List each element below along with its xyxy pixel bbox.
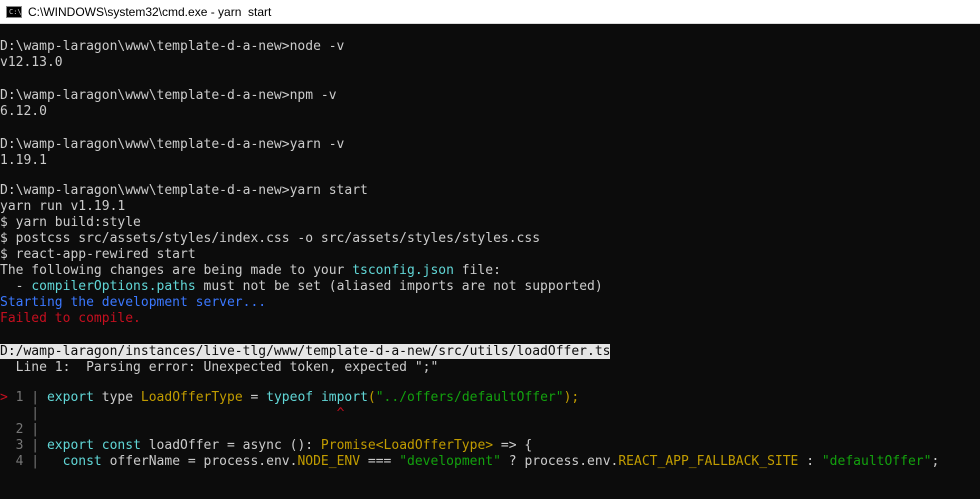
cmd-icon[interactable]: C:\	[6, 5, 22, 18]
code-frame-line-number: 3	[0, 438, 24, 453]
compiler-options-key: compilerOptions.paths	[31, 279, 196, 294]
code-frame-gutter: |	[23, 422, 40, 437]
console-line-rewired-start: $ react-app-rewired start	[0, 247, 196, 262]
console-line-yarn-start-command: D:\wamp-laragon\www\template-d-a-new>yar…	[0, 183, 368, 198]
code-keyword-export: export	[46, 390, 94, 405]
code-type-name: LoadOfferType	[140, 390, 243, 405]
code-paren-close: );	[563, 390, 580, 405]
console-line-yarn-command: D:\wamp-laragon\www\template-d-a-new>yar…	[0, 137, 345, 152]
console-line-yarn-run: yarn run v1.19.1	[0, 199, 126, 214]
console-line-error-file: D:/wamp-laragon/instances/live-tlg/www/t…	[0, 344, 611, 360]
code-frame-gutter: |	[23, 438, 47, 453]
console-line-npm-version: 6.12.0	[0, 104, 47, 119]
console-line-yarn-version: 1.19.1	[0, 153, 47, 168]
code-frame-gutter: |	[23, 390, 47, 405]
console-line-error-message: Line 1: Parsing error: Unexpected token,…	[0, 360, 439, 375]
code-strict-equals: ===	[360, 454, 400, 469]
title-bar: C:\ C:\WINDOWS\system32\cmd.exe - yarn s…	[0, 0, 980, 24]
code-env-fallback-site: REACT_APP_FALLBACK_SITE	[618, 454, 799, 469]
code-keyword-import: import	[320, 390, 368, 405]
console-line-compiler-options: - compilerOptions.paths must not be set …	[0, 279, 603, 295]
window-title: C:\WINDOWS\system32\cmd.exe - yarn start	[28, 4, 272, 19]
code-frame-caret-line: | ^	[0, 406, 344, 422]
console-line-tsconfig-notice: The following changes are being made to …	[0, 263, 501, 279]
code-arrow: => {	[493, 438, 533, 453]
tsconfig-notice-text: The following changes are being made to …	[0, 263, 353, 278]
compiler-options-bullet: -	[0, 279, 32, 294]
console-line-postcss: $ postcss src/assets/styles/index.css -o…	[0, 231, 541, 246]
code-process-env: process.env.	[524, 454, 619, 469]
code-frame-line-1: > 1 | export type LoadOfferType = typeof…	[0, 390, 579, 406]
code-paren-open: (	[367, 390, 376, 405]
code-ternary-colon: :	[798, 454, 822, 469]
code-function-decl: loadOffer = async ():	[140, 438, 321, 453]
code-keyword-const: const	[93, 438, 141, 453]
code-frame-line-number: 2	[0, 422, 24, 437]
code-string-development: "development"	[399, 454, 501, 469]
compiler-options-message: must not be set (aliased imports are not…	[195, 279, 603, 294]
code-frame-line-3: 3 | export const loadOffer = async (): P…	[0, 438, 533, 454]
code-equals: =	[242, 390, 267, 405]
code-string-default-offer: "defaultOffer"	[821, 454, 932, 469]
code-promise-type: Promise<LoadOfferType>	[320, 438, 494, 453]
code-frame-line-number: 4	[0, 454, 24, 469]
code-frame-error-marker: >	[0, 390, 16, 405]
console-line-build-style: $ yarn build:style	[0, 215, 141, 230]
console-line-failed-compile: Failed to compile.	[0, 311, 141, 326]
code-frame-caret-gutter: |	[0, 406, 47, 421]
code-frame-caret-pad	[47, 406, 337, 421]
code-frame-line-2: 2 |	[0, 422, 40, 438]
code-semicolon: ;	[931, 454, 940, 469]
console-line-node-command: D:\wamp-laragon\www\template-d-a-new>nod…	[0, 39, 345, 54]
code-keyword-typeof: typeof	[266, 390, 314, 405]
code-keyword-const: const	[62, 454, 102, 469]
code-frame-caret: ^	[336, 406, 345, 421]
console-line-node-version: v12.13.0	[0, 55, 63, 70]
code-ternary: ?	[500, 454, 525, 469]
code-keyword-export: export	[46, 438, 94, 453]
code-env-node-env: NODE_ENV	[297, 454, 361, 469]
code-string-path: "../offers/defaultOffer"	[375, 390, 564, 405]
code-variable-decl: offerName = process.env.	[101, 454, 298, 469]
error-file-path: D:/wamp-laragon/instances/live-tlg/www/t…	[0, 344, 611, 359]
console-line-starting-server: Starting the development server...	[0, 295, 267, 310]
console-output[interactable]: D:\wamp-laragon\www\template-d-a-new>nod…	[0, 24, 980, 499]
code-frame-line-4: 4 | const offerName = process.env.NODE_E…	[0, 454, 940, 470]
code-keyword-type: type	[93, 390, 141, 405]
cmd-icon-glyph: C:\	[9, 7, 22, 16]
tsconfig-notice-suffix: file:	[453, 263, 501, 278]
console-line-npm-command: D:\wamp-laragon\www\template-d-a-new>npm…	[0, 88, 337, 103]
code-frame-gutter: |	[23, 454, 63, 469]
tsconfig-file-name: tsconfig.json	[352, 263, 454, 278]
